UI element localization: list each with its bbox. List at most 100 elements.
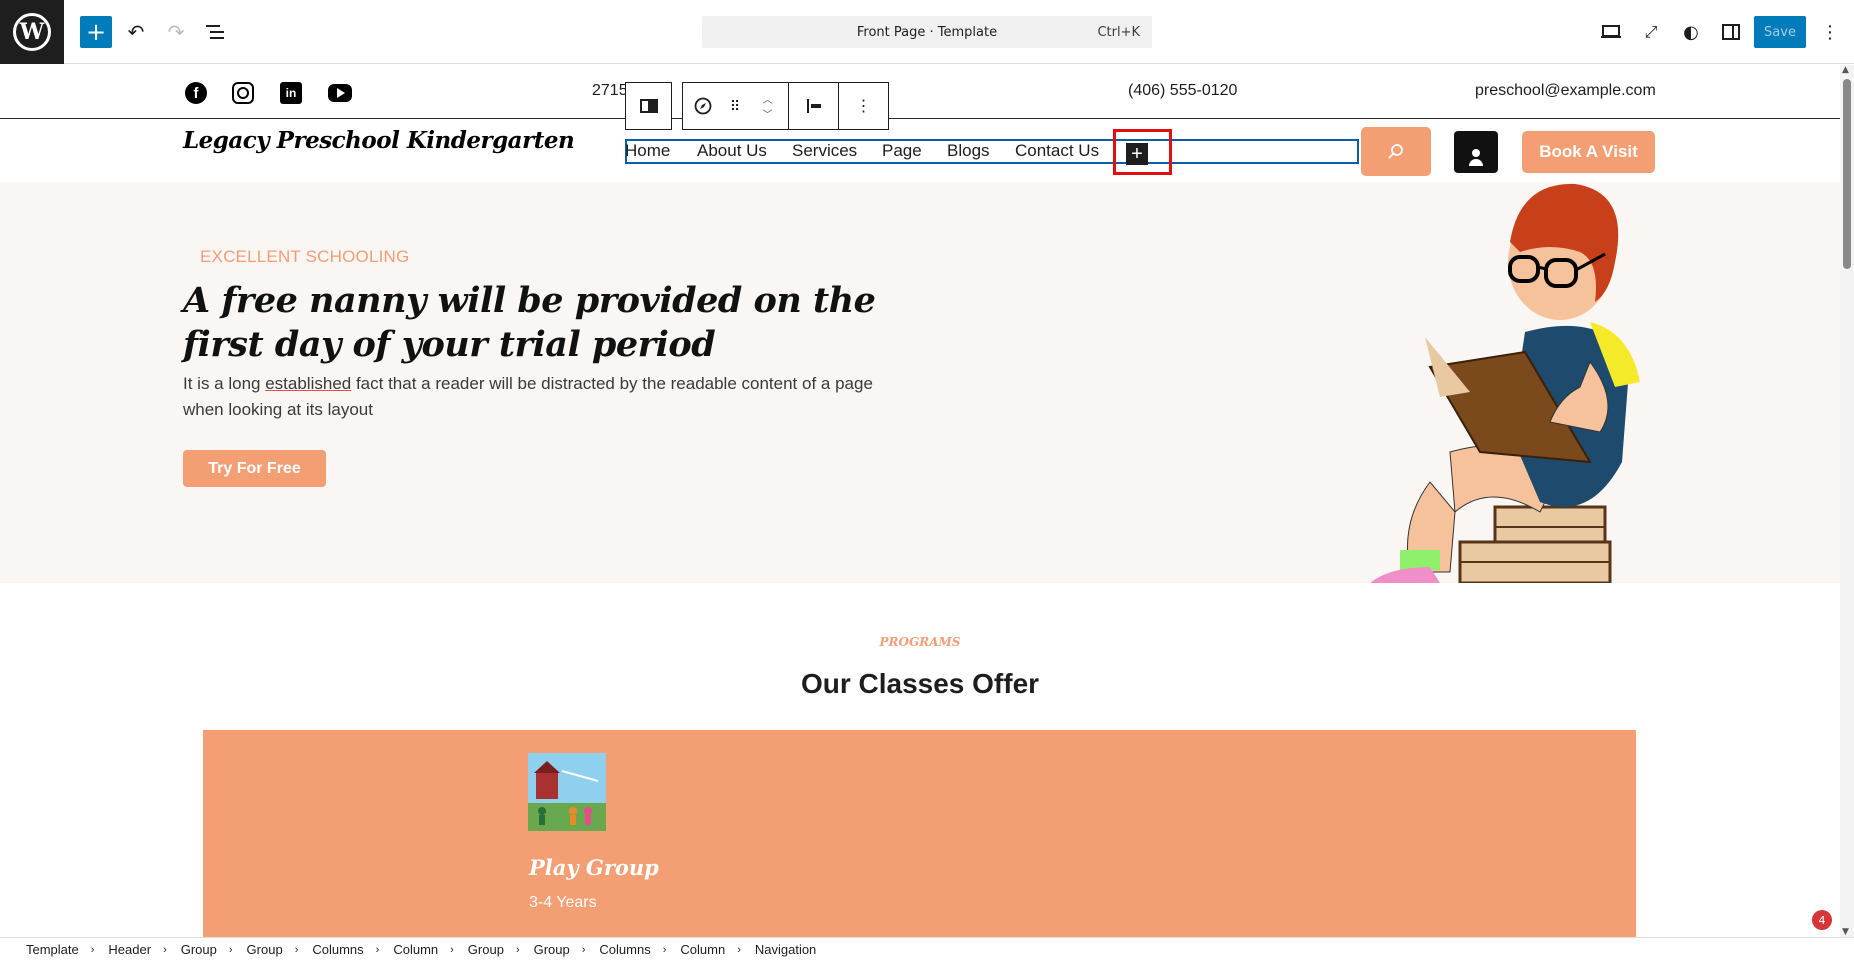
nav-item-home[interactable]: Home [625,141,670,161]
document-overview-button[interactable] [200,16,232,48]
nav-item-about-us[interactable]: About Us [697,141,767,161]
hero-heading: A free nanny will be provided on the fir… [183,280,876,365]
compass-icon [694,97,712,115]
chevron-right-icon: › [515,943,520,956]
more-vertical-icon: ⋮ [1821,21,1839,43]
scrollbar-thumb[interactable] [1843,79,1851,269]
drag-icon: ⠿ [729,97,741,114]
list-view-icon [206,25,224,39]
wordpress-logo-button[interactable]: W [0,0,64,64]
settings-sidebar-button[interactable] [1715,16,1747,48]
editor-top-bar: W + ↶ ↷ Front Page · Template Ctrl+K ⤢ ◐… [0,0,1854,64]
email-text: preschool@example.com [1475,82,1656,99]
breadcrumb-item[interactable]: Group [468,942,504,957]
command-label: Front Page · Template [856,24,998,40]
block-options-button[interactable]: ⋮ [839,83,888,129]
wordpress-icon: W [13,13,51,51]
command-shortcut: Ctrl+K [1097,24,1140,40]
linkedin-icon[interactable]: in [280,82,302,104]
editor-canvas[interactable]: f in 2715 (406) 555-0120 preschool@examp… [0,65,1840,937]
move-up-down-buttons[interactable]: ︿ ﹀ [747,83,789,129]
scroll-up-icon[interactable]: ▲ [1842,65,1849,75]
highlight-outline [1113,129,1172,175]
try-for-free-button[interactable]: Try For Free [183,450,326,487]
address-text: 2715 [592,82,628,99]
programs-eyebrow: PROGRAMS [879,635,961,649]
redo-button[interactable]: ↷ [160,16,192,48]
justification-button[interactable] [789,83,839,129]
chevron-right-icon: › [90,943,95,956]
styles-button[interactable]: ◐ [1675,16,1707,48]
facebook-icon[interactable]: f [185,82,207,104]
hero-text-underlined: established [265,374,352,393]
sidebar-icon [1722,24,1740,40]
chevron-right-icon: › [163,943,167,956]
phone-text: (406) 555-0120 [1128,82,1238,99]
notification-badge[interactable]: 4 [1812,910,1832,930]
chevron-right-icon: › [662,943,667,956]
breadcrumb-item[interactable]: Template [26,942,79,957]
block-breadcrumb: Template › Header › Group › Group › Columns ›… [0,937,1854,961]
site-title[interactable]: Legacy Preschool Kindergarten [183,127,575,154]
account-button[interactable] [1454,131,1498,173]
hero-section: EXCELLENT SCHOOLING A free nanny will be… [0,182,1840,583]
nav-item-page[interactable]: Page [882,141,922,161]
nav-item-contact-us[interactable]: Contact Us [1015,141,1099,161]
scroll-down-icon[interactable]: ▼ [1842,927,1849,937]
hero-eyebrow: EXCELLENT SCHOOLING [200,247,410,266]
chevron-right-icon: › [294,943,299,956]
command-palette[interactable]: Front Page · Template Ctrl+K [702,16,1152,48]
navigation-block-type-button[interactable] [683,83,723,129]
more-vertical-icon: ⋮ [855,98,872,115]
contrast-icon: ◐ [1683,21,1699,43]
breadcrumb-item[interactable]: Group [181,942,217,957]
playground-image [528,753,606,831]
hero-text-start: It is a long [183,374,266,393]
breadcrumb-item[interactable]: Column [393,942,438,957]
child-reading-illustration [1370,183,1640,583]
chevron-right-icon: › [375,943,380,956]
chevron-right-icon: › [737,943,741,956]
class-card-age: 3-4 Years [529,894,597,911]
block-inserter-button[interactable]: + [80,16,112,48]
chevron-right-icon: › [450,943,454,956]
instagram-icon[interactable] [232,82,254,104]
breadcrumb-item[interactable]: Columns [312,942,363,957]
chevron-up-icon: ︿ [762,95,773,106]
breadcrumb-item[interactable]: Column [680,942,725,957]
chevron-right-icon: › [228,943,233,956]
breadcrumb-item[interactable]: Group [247,942,283,957]
hero-paragraph: It is a long established fact that a rea… [183,371,903,423]
nav-item-blogs[interactable]: Blogs [947,141,990,161]
breadcrumb-item[interactable]: Header [108,942,151,957]
class-card: Play Group 3-4 Years [203,730,1636,937]
device-preview-button[interactable] [1595,16,1627,48]
search-icon [1388,143,1403,159]
plus-icon: + [85,18,107,46]
youtube-icon[interactable] [328,84,352,102]
undo-button[interactable]: ↶ [120,16,152,48]
desktop-icon [1601,25,1621,38]
select-parent-block-button[interactable] [625,82,672,130]
columns-icon [639,99,658,113]
top-contact-bar: f in 2715 (406) 555-0120 preschool@examp… [0,65,1840,119]
breadcrumb-item[interactable]: Columns [599,942,650,957]
drag-handle[interactable]: ⠿ [723,83,747,129]
chevron-down-icon: ﹀ [762,110,773,121]
save-button[interactable]: Save [1754,16,1806,48]
book-a-visit-button[interactable]: Book A Visit [1522,131,1655,173]
redo-icon: ↷ [167,20,185,44]
expand-icon: ⤢ [1644,22,1658,41]
undo-icon: ↶ [127,20,145,44]
justify-left-icon [806,99,821,113]
breadcrumb-item[interactable]: Group [534,942,570,957]
canvas-scrollbar[interactable]: ▲ ▼ [1840,65,1854,937]
options-button[interactable]: ⋮ [1814,16,1846,48]
search-button[interactable] [1361,127,1431,176]
class-card-title: Play Group [529,855,659,880]
nav-item-services[interactable]: Services [792,141,857,161]
chevron-right-icon: › [581,943,586,956]
fullscreen-button[interactable]: ⤢ [1635,16,1667,48]
programs-heading: Our Classes Offer [800,668,1040,699]
block-toolbar: ⠿ ︿ ﹀ ⋮ [682,82,889,130]
